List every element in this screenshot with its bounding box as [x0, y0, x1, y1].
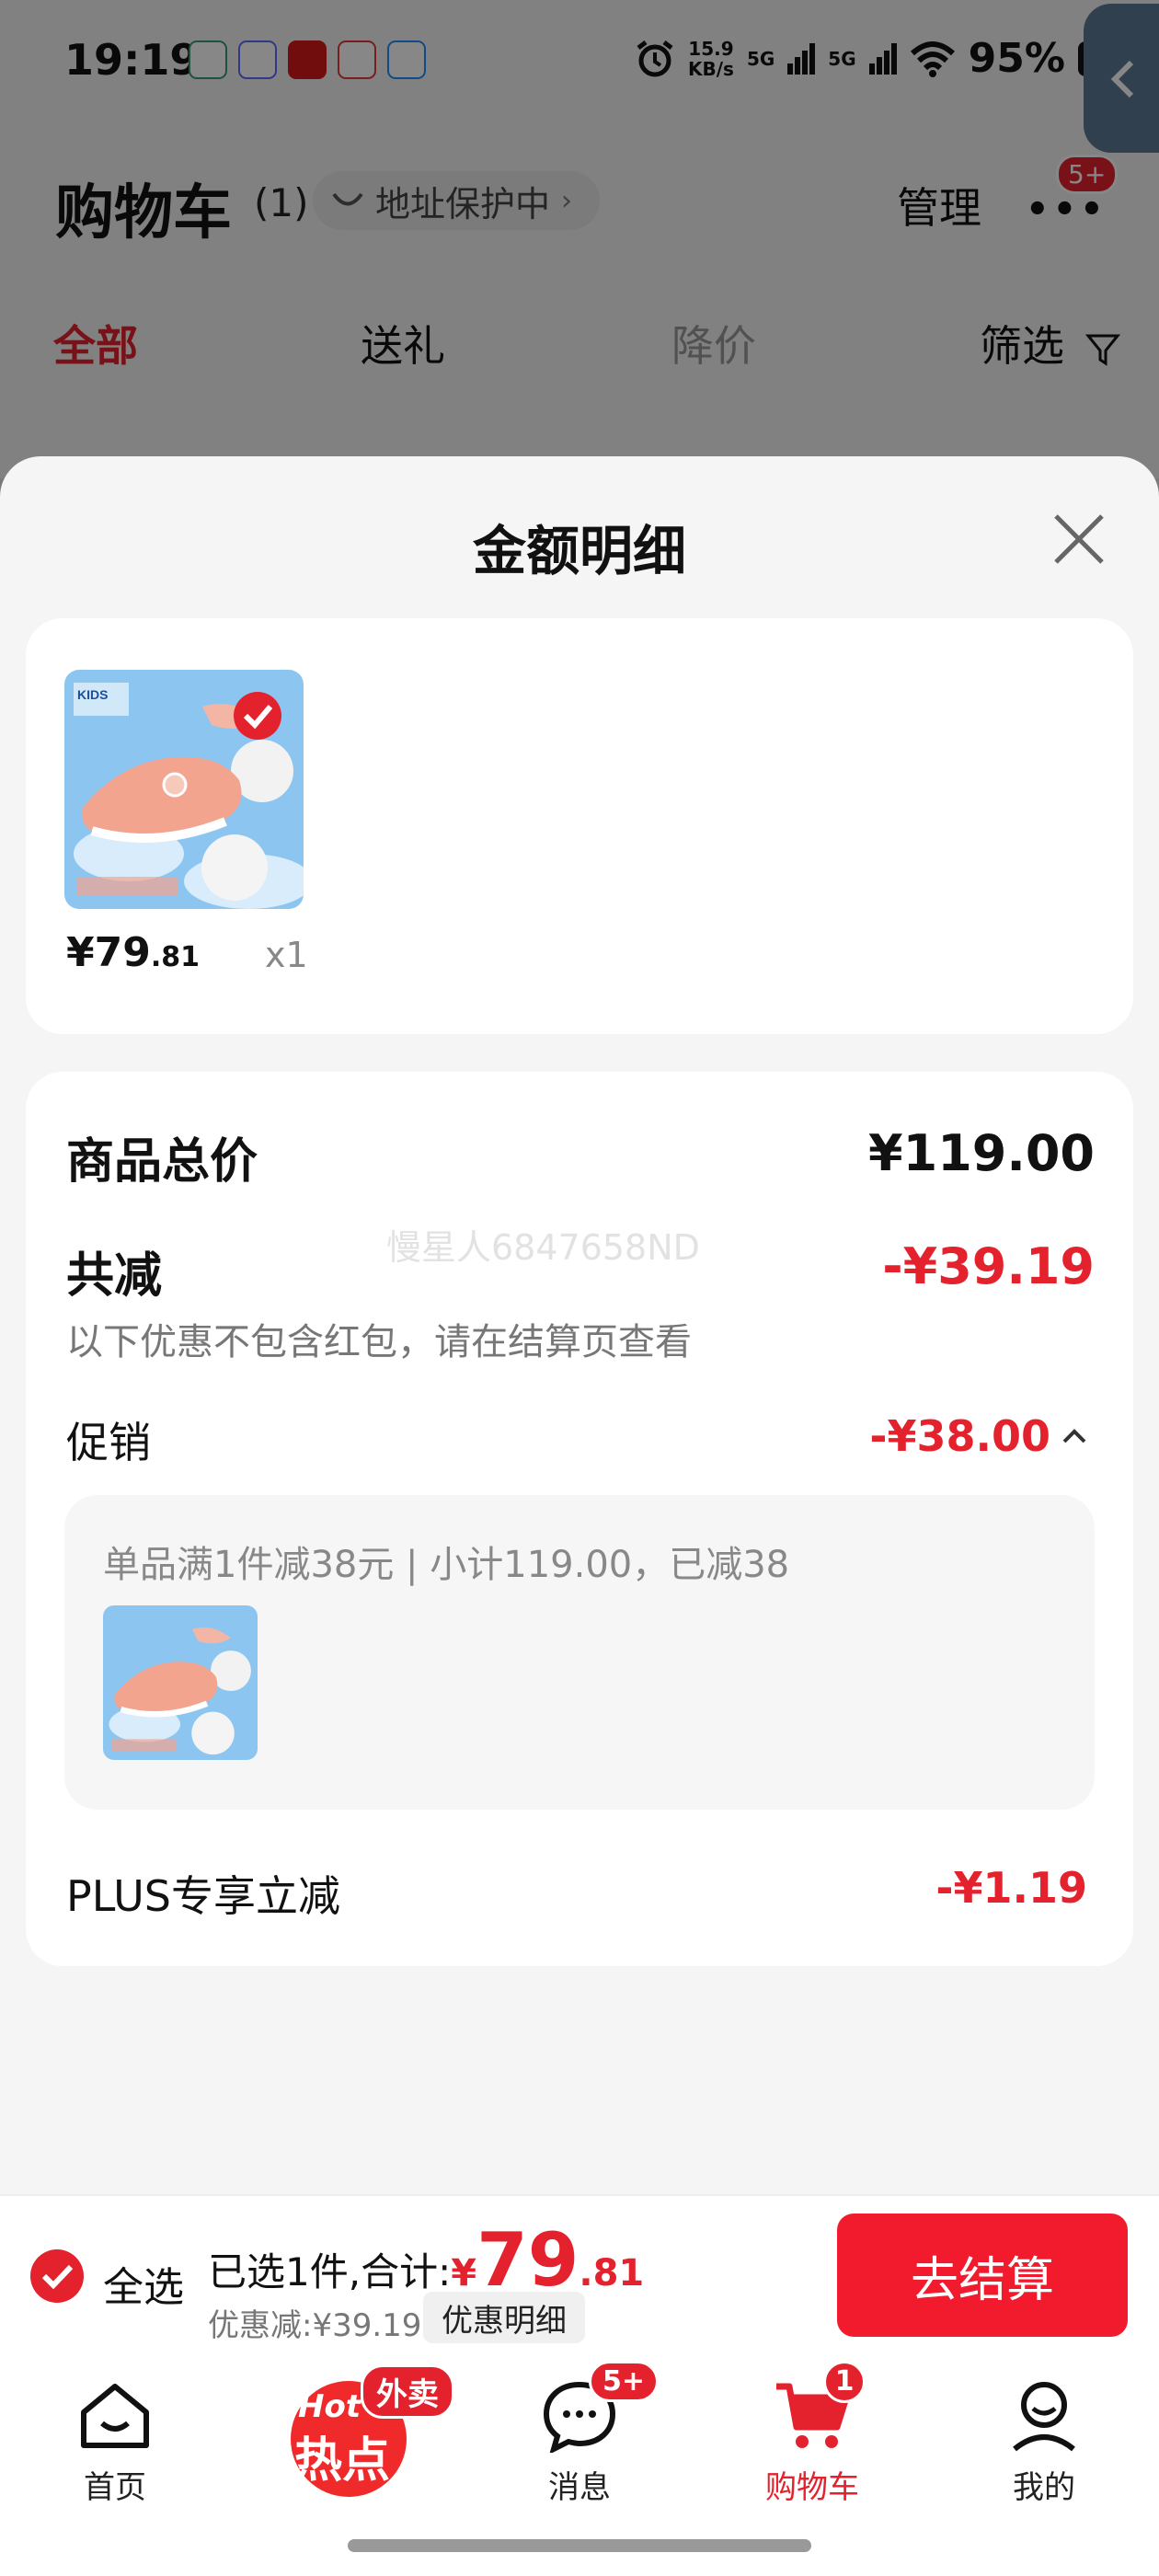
- nav-hot-label: 热点: [294, 2433, 391, 2489]
- shoe-image: KIDS: [64, 670, 304, 909]
- total-price-label: 商品总价: [66, 1134, 258, 1190]
- discount-detail-button[interactable]: 优惠明细: [423, 2292, 585, 2343]
- sheet-title: 金额明细: [472, 520, 686, 582]
- nav-mine[interactable]: 我的: [975, 2372, 1113, 2507]
- checkout-total: ¥79.81: [451, 2217, 644, 2303]
- nav-messages-label: 消息: [548, 2469, 611, 2506]
- product-thumbnail[interactable]: KIDS: [64, 670, 304, 909]
- checkout-total-dec: .81: [579, 2252, 645, 2294]
- dim-overlay[interactable]: [0, 0, 1159, 478]
- selected-summary: 已选1件,合计: ¥79.81: [208, 2217, 644, 2303]
- promo-detail-text: 单品满1件减38元 | 小计119.00，已减38: [103, 1544, 790, 1586]
- nav-hot-badge: 外卖: [361, 2364, 454, 2419]
- shoe-image-small: [103, 1605, 258, 1760]
- nav-cart-label: 购物车: [765, 2469, 859, 2506]
- promo-product-thumbnail: [103, 1605, 258, 1760]
- product-quantity: x1: [265, 935, 308, 975]
- select-all-label[interactable]: 全选: [103, 2254, 184, 2313]
- nav-home-label: 首页: [84, 2469, 146, 2506]
- red-packet-note: 以下优惠不包含红包，请在结算页查看: [66, 1321, 692, 1363]
- plus-discount-value: -¥1.19: [935, 1863, 1087, 1913]
- nav-cart-badge: 1: [823, 2361, 866, 2403]
- promo-value: -¥38.00: [869, 1411, 1050, 1461]
- checkout-total-int: 79: [476, 2217, 580, 2303]
- selected-text: 已选1件,合计:: [208, 2249, 452, 2294]
- nav-hot-top: Hot: [298, 2388, 361, 2425]
- nav-mine-label: 我的: [1013, 2469, 1075, 2506]
- checkout-button[interactable]: 去结算: [837, 2214, 1128, 2337]
- user-icon: [1013, 2382, 1075, 2452]
- home-icon: [81, 2384, 149, 2448]
- checkout-currency: ¥: [451, 2252, 477, 2294]
- plus-discount-label: PLUS专享立减: [66, 1871, 340, 1921]
- product-price: ¥79.81: [66, 929, 200, 976]
- nav-home[interactable]: 首页: [46, 2372, 184, 2507]
- discount-summary: 优惠减:¥39.19: [208, 2307, 422, 2344]
- product-price-main: ¥79: [66, 929, 151, 976]
- total-price-value: ¥119.00: [868, 1124, 1095, 1182]
- check-icon[interactable]: [29, 2248, 85, 2304]
- product-price-decimal: .81: [150, 941, 201, 973]
- total-reduce-value: -¥39.19: [882, 1237, 1095, 1295]
- watermark: 慢星人6847658ND: [386, 1227, 700, 1268]
- promo-toggle[interactable]: -¥38.00: [869, 1411, 1087, 1461]
- home-indicator[interactable]: [348, 2539, 811, 2552]
- promo-label: 促销: [66, 1418, 151, 1467]
- total-reduce-label: 共减: [66, 1248, 163, 1304]
- close-icon[interactable]: [1049, 509, 1109, 569]
- nav-messages-badge: 5+: [589, 2361, 660, 2402]
- chevron-up-icon: [1062, 1429, 1086, 1443]
- svg-text:KIDS: KIDS: [77, 687, 108, 702]
